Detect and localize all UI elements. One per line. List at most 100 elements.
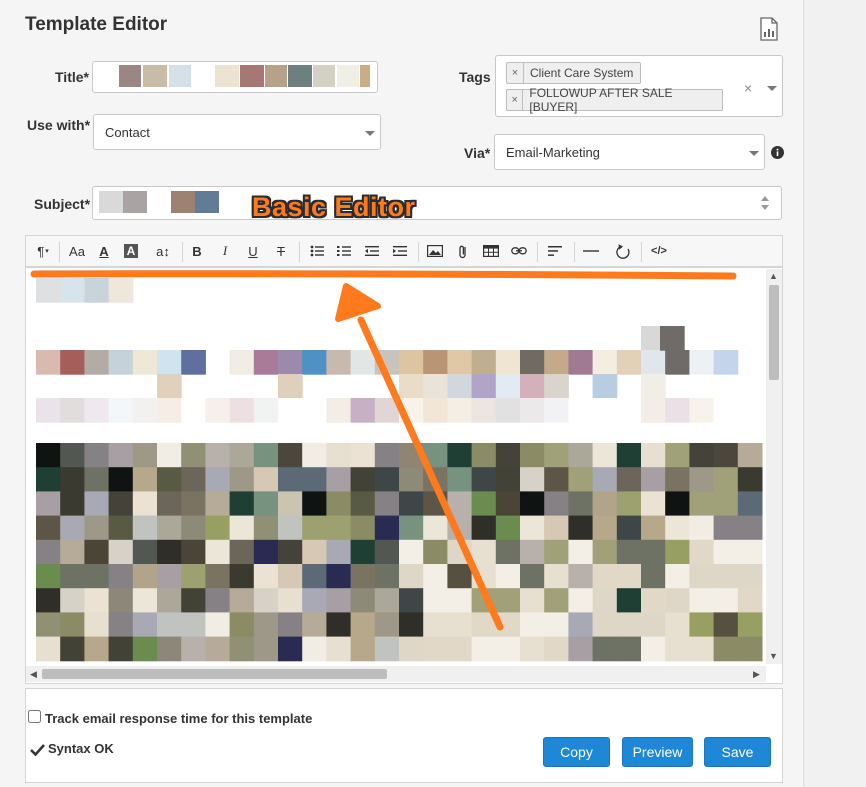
preview-button[interactable]: Preview xyxy=(622,737,693,767)
title-input[interactable] xyxy=(92,61,378,93)
editor-footer: Track email response time for this templ… xyxy=(25,688,783,783)
page-title: Template Editor xyxy=(25,14,168,35)
tags-input[interactable]: × Client Care System × FOLLOWUP AFTER SA… xyxy=(495,55,783,117)
undo-icon xyxy=(616,244,630,259)
use-with-value: Contact xyxy=(105,125,150,140)
via-select[interactable]: Email-Marketing xyxy=(494,134,765,170)
redacted-text xyxy=(313,65,335,87)
redacted-text xyxy=(171,191,195,213)
table-icon xyxy=(483,245,499,257)
use-with-select[interactable]: Contact xyxy=(93,114,381,150)
link-icon xyxy=(511,247,527,255)
insert-table-button[interactable] xyxy=(480,236,502,266)
clear-tags-icon[interactable]: × xyxy=(744,80,752,96)
tag-chip: × Client Care System xyxy=(506,62,641,84)
redacted-text xyxy=(195,191,219,213)
outdent-icon xyxy=(365,246,379,256)
redacted-text xyxy=(215,65,239,87)
redacted-text xyxy=(143,65,167,87)
scroll-down-icon[interactable]: ▼ xyxy=(769,651,778,661)
vertical-scroll-thumb[interactable] xyxy=(769,285,779,380)
remove-tag-icon[interactable]: × xyxy=(507,90,524,110)
horizontal-scroll-thumb[interactable] xyxy=(42,669,387,679)
save-button[interactable]: Save xyxy=(704,737,771,767)
scroll-up-icon[interactable]: ▲ xyxy=(769,271,778,281)
tag-label: FOLLOWUP AFTER SALE [BUYER] xyxy=(529,86,673,114)
undo-button[interactable] xyxy=(611,236,635,266)
redacted-text xyxy=(360,65,370,87)
tag-label: Client Care System xyxy=(530,66,634,80)
info-icon[interactable] xyxy=(771,146,784,159)
image-icon xyxy=(427,245,443,257)
horizontal-rule-icon xyxy=(583,250,599,252)
scroll-left-icon[interactable]: ◀ xyxy=(30,669,37,680)
paragraph-icon: ¶ xyxy=(37,243,45,259)
title-label: Title* xyxy=(55,69,89,85)
numbered-list-icon xyxy=(337,246,351,256)
toolbar-divider xyxy=(574,242,575,262)
toolbar-divider xyxy=(299,242,300,262)
report-icon[interactable] xyxy=(759,17,779,41)
italic-button[interactable]: I xyxy=(215,236,235,266)
via-value: Email-Marketing xyxy=(506,145,600,160)
attach-file-button[interactable] xyxy=(452,236,474,266)
bullet-list-button[interactable] xyxy=(306,236,328,266)
spinner-arrows-icon[interactable] xyxy=(759,193,771,213)
paperclip-icon xyxy=(459,245,466,258)
numbered-list-button[interactable] xyxy=(333,236,355,266)
background-color-icon: A xyxy=(123,244,139,258)
insert-link-button[interactable] xyxy=(508,236,530,266)
strikethrough-button[interactable]: T xyxy=(271,236,291,266)
outdent-button[interactable] xyxy=(361,236,383,266)
bold-button[interactable]: B xyxy=(187,236,207,266)
syntax-status: Syntax OK xyxy=(48,741,114,756)
tags-label: Tags xyxy=(459,69,491,85)
toolbar-divider xyxy=(182,242,183,262)
redacted-text xyxy=(99,191,123,213)
toolbar-divider xyxy=(537,242,538,262)
editor-content-area[interactable] xyxy=(25,267,783,684)
subject-label: Subject* xyxy=(34,196,91,212)
right-gutter xyxy=(804,0,866,787)
bullet-list-icon xyxy=(310,245,324,257)
chevron-down-icon xyxy=(749,151,759,156)
font-color-button[interactable]: A xyxy=(93,236,115,266)
background-color-button[interactable]: A xyxy=(121,236,141,266)
subject-input[interactable] xyxy=(92,186,782,220)
use-with-label: Use with* xyxy=(27,117,91,133)
insert-image-button[interactable] xyxy=(424,236,446,266)
redacted-content-mosaic xyxy=(36,278,763,662)
horizontal-rule-button[interactable] xyxy=(579,236,603,266)
checkmark-icon xyxy=(30,744,45,756)
track-response-label: Track email response time for this templ… xyxy=(45,711,313,726)
vertical-scrollbar[interactable]: ▲ ▼ xyxy=(766,269,782,664)
redacted-text xyxy=(119,65,141,87)
scroll-right-icon[interactable]: ▶ xyxy=(753,669,760,680)
indent-icon xyxy=(393,246,407,256)
chevron-down-icon[interactable] xyxy=(767,86,777,91)
redacted-text xyxy=(123,191,147,213)
track-response-checkbox[interactable] xyxy=(28,710,41,723)
align-left-icon xyxy=(548,246,562,256)
redacted-text xyxy=(169,65,191,87)
horizontal-scrollbar[interactable]: ◀ ▶ xyxy=(26,666,766,682)
font-size-button[interactable]: a↕ xyxy=(150,236,176,266)
redacted-text xyxy=(265,65,287,87)
redacted-text xyxy=(337,65,359,87)
redacted-text xyxy=(240,65,264,87)
toolbar-divider xyxy=(418,242,419,262)
remove-tag-icon[interactable]: × xyxy=(507,63,524,83)
redacted-text xyxy=(288,65,312,87)
paragraph-button[interactable]: ¶ ▾ xyxy=(32,236,54,266)
annotation-label: Basic Editor xyxy=(252,192,416,222)
toolbar-divider xyxy=(59,242,60,262)
code-view-button[interactable]: </> xyxy=(647,236,671,266)
underline-button[interactable]: U xyxy=(243,236,263,266)
toolbar-divider xyxy=(641,242,642,262)
indent-button[interactable] xyxy=(389,236,411,266)
via-label: Via* xyxy=(464,145,491,161)
copy-button[interactable]: Copy xyxy=(543,737,610,767)
chevron-down-icon xyxy=(365,131,375,136)
font-family-button[interactable]: Aa xyxy=(64,236,90,266)
align-button[interactable] xyxy=(543,236,567,266)
